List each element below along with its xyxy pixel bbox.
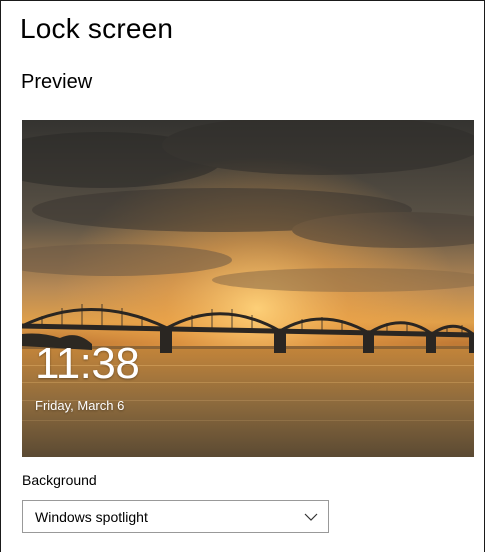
background-label: Background (22, 472, 97, 488)
lock-screen-date: Friday, March 6 (35, 398, 125, 413)
lock-screen-preview: 11:38 Friday, March 6 (22, 120, 474, 457)
preview-heading: Preview (21, 71, 93, 93)
settings-window: Lock screen Preview 11:38 Friday, March … (0, 0, 485, 552)
chevron-down-icon (304, 510, 318, 524)
lock-screen-clock: 11:38 (35, 339, 140, 388)
page-title: Lock screen (20, 13, 174, 44)
background-dropdown-value: Windows spotlight (35, 509, 148, 525)
background-dropdown[interactable]: Windows spotlight (22, 500, 329, 533)
